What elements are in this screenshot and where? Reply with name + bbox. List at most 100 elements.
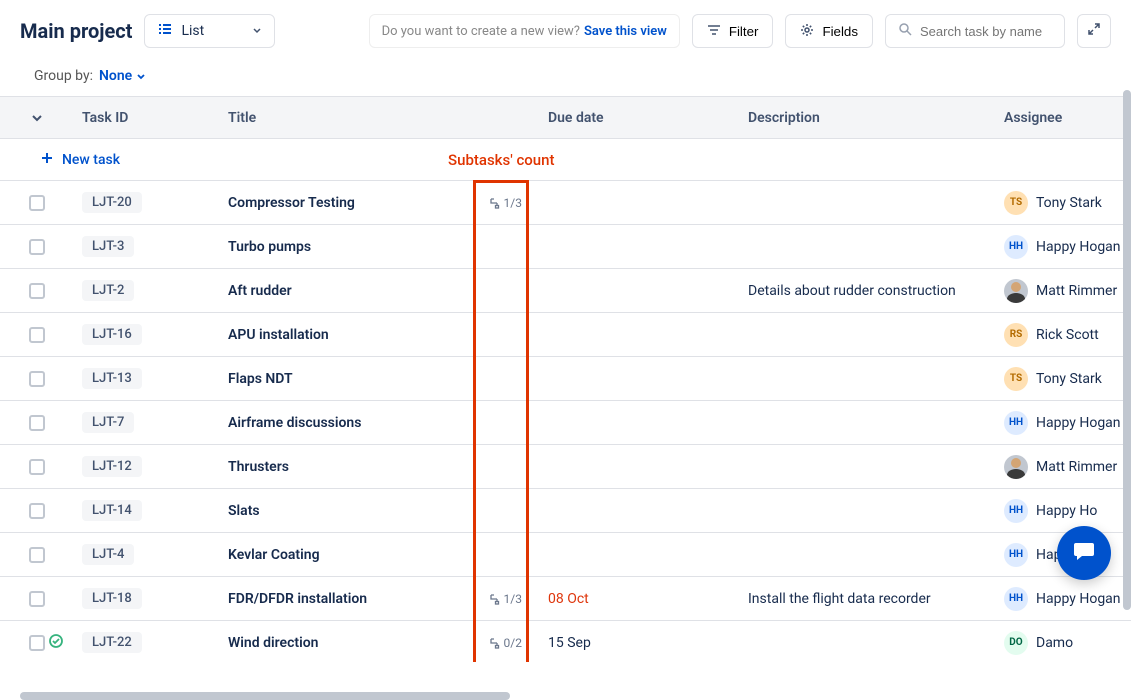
fields-button[interactable]: Fields	[785, 14, 873, 48]
description-text: Details about rudder construction	[748, 283, 956, 299]
row-checkbox[interactable]	[29, 503, 45, 519]
assignee-name: Damo	[1036, 635, 1073, 651]
row-checkbox[interactable]	[29, 459, 45, 475]
filter-button[interactable]: Filter	[692, 14, 774, 48]
task-id-badge[interactable]: LJT-4	[82, 544, 134, 565]
task-title[interactable]: Wind direction	[228, 635, 318, 651]
expand-button[interactable]	[1077, 14, 1111, 48]
row-checkbox[interactable]	[29, 283, 45, 299]
task-title[interactable]: Slats	[228, 503, 260, 519]
assignee: HH Happy Ho	[1004, 499, 1131, 523]
task-title[interactable]: Flaps NDT	[228, 371, 293, 387]
row-checkbox[interactable]	[29, 635, 45, 651]
col-header-title[interactable]: Title	[214, 110, 534, 126]
done-icon	[48, 633, 64, 653]
avatar: DO	[1004, 631, 1028, 655]
assignee: TSTony Stark	[1004, 191, 1131, 215]
task-id-badge[interactable]: LJT-16	[82, 324, 142, 345]
row-checkbox[interactable]	[29, 239, 45, 255]
header: Main project List Do you want to create …	[0, 0, 1131, 62]
due-date: 15 Sep	[548, 635, 591, 651]
table-row[interactable]: LJT-13 Flaps NDT TS Tony Stark	[0, 357, 1131, 401]
task-title[interactable]: Compressor Testing	[228, 195, 355, 211]
task-title[interactable]: Thrusters	[228, 459, 289, 475]
assignee: HHHappy Hogan	[1004, 587, 1131, 611]
chevron-down-icon	[30, 111, 44, 125]
annotation-label: Subtasks' count	[448, 151, 554, 169]
avatar: TS	[1004, 367, 1028, 391]
table-row[interactable]: LJT-7 Airframe discussions HH Happy Hogan	[0, 401, 1131, 445]
task-id-badge[interactable]: LJT-13	[82, 368, 142, 389]
task-id-badge[interactable]: LJT-22	[82, 632, 142, 653]
avatar: HH	[1004, 411, 1028, 435]
groupby-row: Group by: None	[0, 62, 1131, 96]
row-checkbox[interactable]	[29, 371, 45, 387]
table-row[interactable]: LJT-22 Wind direction 0/2 15 Sep DO Damo	[0, 621, 1131, 662]
table-row[interactable]: LJT-20Compressor Testing1/3TSTony Stark	[0, 181, 1131, 225]
table-row[interactable]: LJT-12 Thrusters Matt Rimmer	[0, 445, 1131, 489]
task-id-badge[interactable]: LJT-18	[82, 588, 142, 609]
project-title: Main project	[20, 19, 132, 43]
assignee-name: Tony Stark	[1036, 371, 1102, 387]
row-checkbox[interactable]	[29, 547, 45, 563]
assignee-name: Matt Rimmer	[1036, 283, 1117, 299]
assignee: HH Happy Hogan	[1004, 411, 1131, 435]
row-checkbox[interactable]	[29, 591, 45, 607]
task-title[interactable]: Turbo pumps	[228, 239, 311, 255]
table-row[interactable]: LJT-14 Slats HH Happy Ho	[0, 489, 1131, 533]
assignee: Matt Rimmer	[1004, 455, 1131, 479]
task-title[interactable]: APU installation	[228, 327, 329, 343]
table-row[interactable]: LJT-18FDR/DFDR installation1/308 OctInst…	[0, 577, 1131, 621]
task-id-badge[interactable]: LJT-14	[82, 500, 142, 521]
save-view-prompt: Do you want to create a new view? Save t…	[369, 14, 680, 48]
chat-icon	[1071, 538, 1097, 568]
task-id-badge[interactable]: LJT-3	[82, 236, 134, 257]
table-header: Task ID Title Due date Description Assig…	[0, 97, 1131, 139]
assignee: TS Tony Stark	[1004, 367, 1131, 391]
chat-fab[interactable]	[1057, 526, 1111, 580]
task-title[interactable]: FDR/DFDR installation	[228, 591, 367, 607]
search-icon	[898, 22, 912, 40]
vertical-scrollbar[interactable]	[1123, 90, 1131, 610]
table-row[interactable]: LJT-3 Turbo pumps HH Happy Hogan	[0, 225, 1131, 269]
groupby-value[interactable]: None	[99, 68, 146, 84]
task-title[interactable]: Airframe discussions	[228, 415, 361, 431]
new-task-row[interactable]: New task Subtasks' count	[0, 139, 1131, 181]
save-view-link[interactable]: Save this view	[584, 24, 667, 39]
task-id-badge[interactable]: LJT-2	[82, 280, 134, 301]
task-id-badge[interactable]: LJT-20	[82, 192, 142, 213]
assignee-name: Happy Hogan	[1036, 591, 1121, 607]
task-title[interactable]: Aft rudder	[228, 283, 292, 299]
avatar: HH	[1004, 235, 1028, 259]
horizontal-scrollbar[interactable]	[20, 692, 510, 700]
row-checkbox[interactable]	[29, 195, 45, 211]
assignee-name: Happy Hogan	[1036, 239, 1121, 255]
task-title[interactable]: Kevlar Coating	[228, 547, 320, 563]
chevron-down-icon	[252, 23, 262, 39]
task-table: Task ID Title Due date Description Assig…	[0, 96, 1131, 662]
expand-all-toggle[interactable]	[0, 111, 74, 125]
new-task-label: New task	[62, 152, 120, 168]
col-header-desc[interactable]: Description	[734, 110, 980, 126]
search-box[interactable]	[885, 14, 1065, 48]
chevron-down-icon	[136, 71, 146, 81]
subtask-count: 0/2	[488, 636, 522, 650]
assignee-name: Happy Hogan	[1036, 415, 1121, 431]
task-id-badge[interactable]: LJT-7	[82, 412, 134, 433]
table-row[interactable]: LJT-16APU installationRSRick Scott	[0, 313, 1131, 357]
avatar	[1004, 279, 1028, 303]
col-header-due[interactable]: Due date	[534, 110, 734, 126]
fields-label: Fields	[822, 24, 858, 39]
task-id-badge[interactable]: LJT-12	[82, 456, 142, 477]
avatar: HH	[1004, 499, 1028, 523]
view-selector[interactable]: List	[144, 14, 275, 48]
row-checkbox[interactable]	[29, 415, 45, 431]
col-header-id[interactable]: Task ID	[74, 110, 214, 126]
subtask-icon	[488, 197, 500, 209]
table-row[interactable]: LJT-2 Aft rudder Details about rudder cons…	[0, 269, 1131, 313]
col-header-assignee[interactable]: Assignee	[980, 110, 1131, 126]
assignee-name: Happy Ho	[1036, 503, 1097, 519]
row-checkbox[interactable]	[29, 327, 45, 343]
table-row[interactable]: LJT-4Kevlar CoatingHHHappy H	[0, 533, 1131, 577]
search-input[interactable]	[920, 24, 1052, 39]
